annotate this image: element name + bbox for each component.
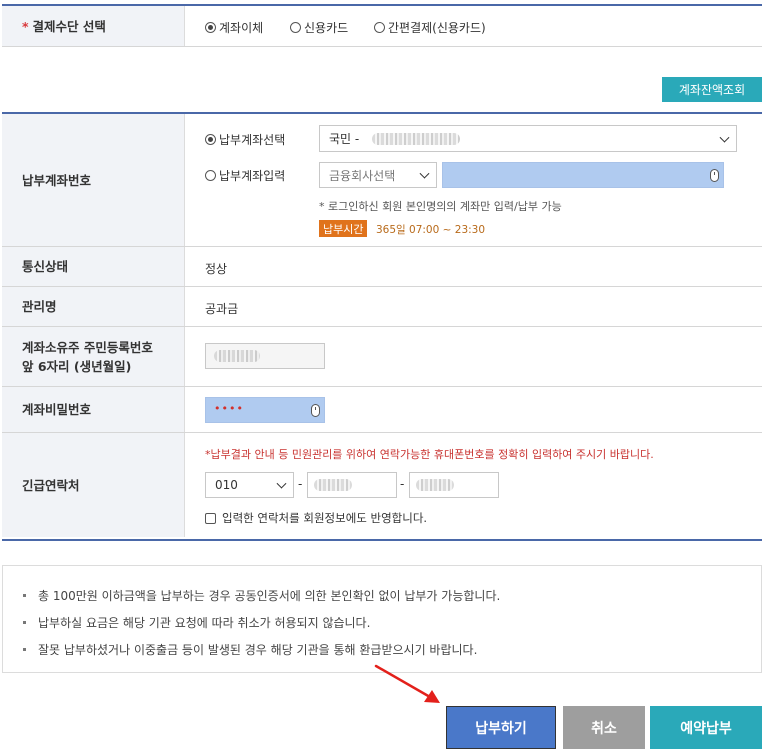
bullet-icon <box>23 594 26 597</box>
comm-status-header: 통신상태 <box>2 247 185 286</box>
radio-label: 계좌이체 <box>219 21 264 35</box>
chevron-down-icon <box>419 168 430 179</box>
note-text: 잘못 납부하셨거나 이중출금 등이 발생된 경우 해당 기관을 통해 환급받으시… <box>38 643 478 657</box>
account-notice: * 로그인하신 회원 본인명의의 계좌만 입력/납부 가능 <box>319 200 562 213</box>
note-item: 납부하실 요금은 해당 기관 요청에 따라 취소가 허용되지 않습니다. <box>23 614 370 631</box>
password-value: •••• <box>214 402 244 415</box>
payment-method-row: * 결제수단 선택 계좌이체 신용카드 간편결제(신용카드) <box>2 6 762 47</box>
id-number-input[interactable] <box>205 343 325 369</box>
phone-dash: - <box>400 477 405 491</box>
note-text: 납부하실 요금은 해당 기관 요청에 따라 취소가 허용되지 않습니다. <box>38 616 371 630</box>
account-number-header: 납부계좌번호 <box>2 114 185 246</box>
balance-inquiry-button[interactable]: 계좌잔액조회 <box>662 77 762 102</box>
bullet-icon <box>23 648 26 651</box>
time-badge: 납부시간 <box>319 220 368 237</box>
emergency-notice: *납부결과 안내 등 민원관리를 위하여 연락가능한 휴대폰번호를 정확히 입력… <box>205 448 654 461</box>
checkbox-label: 입력한 연락처를 회원정보에도 반영합니다. <box>222 511 428 525</box>
radio-icon <box>205 22 216 33</box>
required-mark: * <box>22 18 29 34</box>
note-item: 잘못 납부하셨거나 이중출금 등이 발생된 경우 해당 기관을 통해 환급받으시… <box>23 641 477 658</box>
bullet-icon <box>23 621 26 624</box>
emergency-contact-header: 긴급연락처 <box>2 433 185 537</box>
manage-name-value: 공과금 <box>205 302 239 316</box>
phone-prefix-select[interactable]: 010 <box>205 472 294 498</box>
phone-dash: - <box>298 477 303 491</box>
radio-label: 간편결제(신용카드) <box>388 21 486 35</box>
account-number-row: 납부계좌번호 납부계좌선택 국민 - 납부계좌입력 금융회사선택 * 로그인하신… <box>2 114 762 247</box>
comm-status-value: 정상 <box>205 262 228 276</box>
manage-name-row: 관리명 공과금 <box>2 287 762 327</box>
comm-status-row: 통신상태 정상 <box>2 247 762 287</box>
pay-button[interactable]: 납부하기 <box>446 706 556 749</box>
institution-select[interactable]: 금융회사선택 <box>319 162 437 188</box>
masked-phone-last <box>416 479 454 491</box>
radio-bank-transfer[interactable]: 계좌이체 <box>205 19 263 36</box>
note-text: 총 100만원 이하금액을 납부하는 경우 공동인증서에 의한 본인확인 없이 … <box>38 589 501 603</box>
emergency-contact-row: 긴급연락처 *납부결과 안내 등 민원관리를 위하여 연락가능한 휴대폰번호를 … <box>2 433 762 537</box>
password-row: 계좌비밀번호 •••• <box>2 387 762 433</box>
radio-easy-pay[interactable]: 간편결제(신용카드) <box>374 19 486 36</box>
id-number-header: 계좌소유주 주민등록번호 앞 6자리 (생년월일) <box>2 327 185 386</box>
checkbox-icon <box>205 512 216 524</box>
password-input[interactable]: •••• <box>205 397 325 423</box>
time-text: 365일 07:00 ~ 23:30 <box>376 224 486 236</box>
payment-method-header: * 결제수단 선택 <box>2 6 185 46</box>
mouse-security-icon <box>311 404 320 417</box>
mouse-security-icon <box>710 169 719 182</box>
reserve-pay-button[interactable]: 예약납부 <box>650 706 762 749</box>
chevron-down-icon <box>719 132 730 143</box>
sync-contact-checkbox[interactable]: 입력한 연락처를 회원정보에도 반영합니다. <box>205 510 427 526</box>
radio-icon <box>374 22 385 33</box>
id-number-label-line2: 앞 6자리 (생년월일) <box>22 358 132 374</box>
account-table: 납부계좌번호 납부계좌선택 국민 - 납부계좌입력 금융회사선택 * 로그인하신… <box>2 112 762 541</box>
manage-name-header: 관리명 <box>2 287 185 326</box>
id-number-row: 계좌소유주 주민등록번호 앞 6자리 (생년월일) <box>2 327 762 387</box>
radio-select-account[interactable]: 납부계좌선택 <box>205 131 285 148</box>
chevron-down-icon <box>276 478 287 489</box>
payment-method-label: 결제수단 선택 <box>32 18 106 34</box>
institution-placeholder: 금융회사선택 <box>329 168 396 183</box>
cancel-button[interactable]: 취소 <box>563 706 645 749</box>
radio-credit-card[interactable]: 신용카드 <box>290 19 348 36</box>
id-number-label-line1: 계좌소유주 주민등록번호 <box>22 339 153 355</box>
radio-input-account[interactable]: 납부계좌입력 <box>205 167 285 184</box>
notes-box: 총 100만원 이하금액을 납부하는 경우 공동인증서에 의한 본인확인 없이 … <box>2 565 762 673</box>
masked-id-number <box>214 350 260 362</box>
phone-middle-input[interactable] <box>307 472 397 498</box>
bank-account-select[interactable]: 국민 - <box>319 125 737 152</box>
radio-label: 납부계좌입력 <box>219 169 286 183</box>
masked-account-number <box>372 133 460 145</box>
note-item: 총 100만원 이하금액을 납부하는 경우 공동인증서에 의한 본인확인 없이 … <box>23 587 500 604</box>
phone-prefix-value: 010 <box>215 478 238 492</box>
bank-account-value: 국민 - <box>329 132 360 146</box>
radio-icon <box>290 22 301 33</box>
radio-label: 신용카드 <box>304 21 349 35</box>
radio-icon <box>205 170 216 181</box>
phone-last-input[interactable] <box>409 472 499 498</box>
payment-method-table: * 결제수단 선택 계좌이체 신용카드 간편결제(신용카드) <box>2 4 762 49</box>
radio-icon <box>205 134 216 145</box>
radio-label: 납부계좌선택 <box>219 133 286 147</box>
red-arrow-icon <box>374 664 440 703</box>
masked-phone-middle <box>314 479 352 491</box>
account-number-input[interactable] <box>442 162 724 188</box>
password-header: 계좌비밀번호 <box>2 387 185 432</box>
